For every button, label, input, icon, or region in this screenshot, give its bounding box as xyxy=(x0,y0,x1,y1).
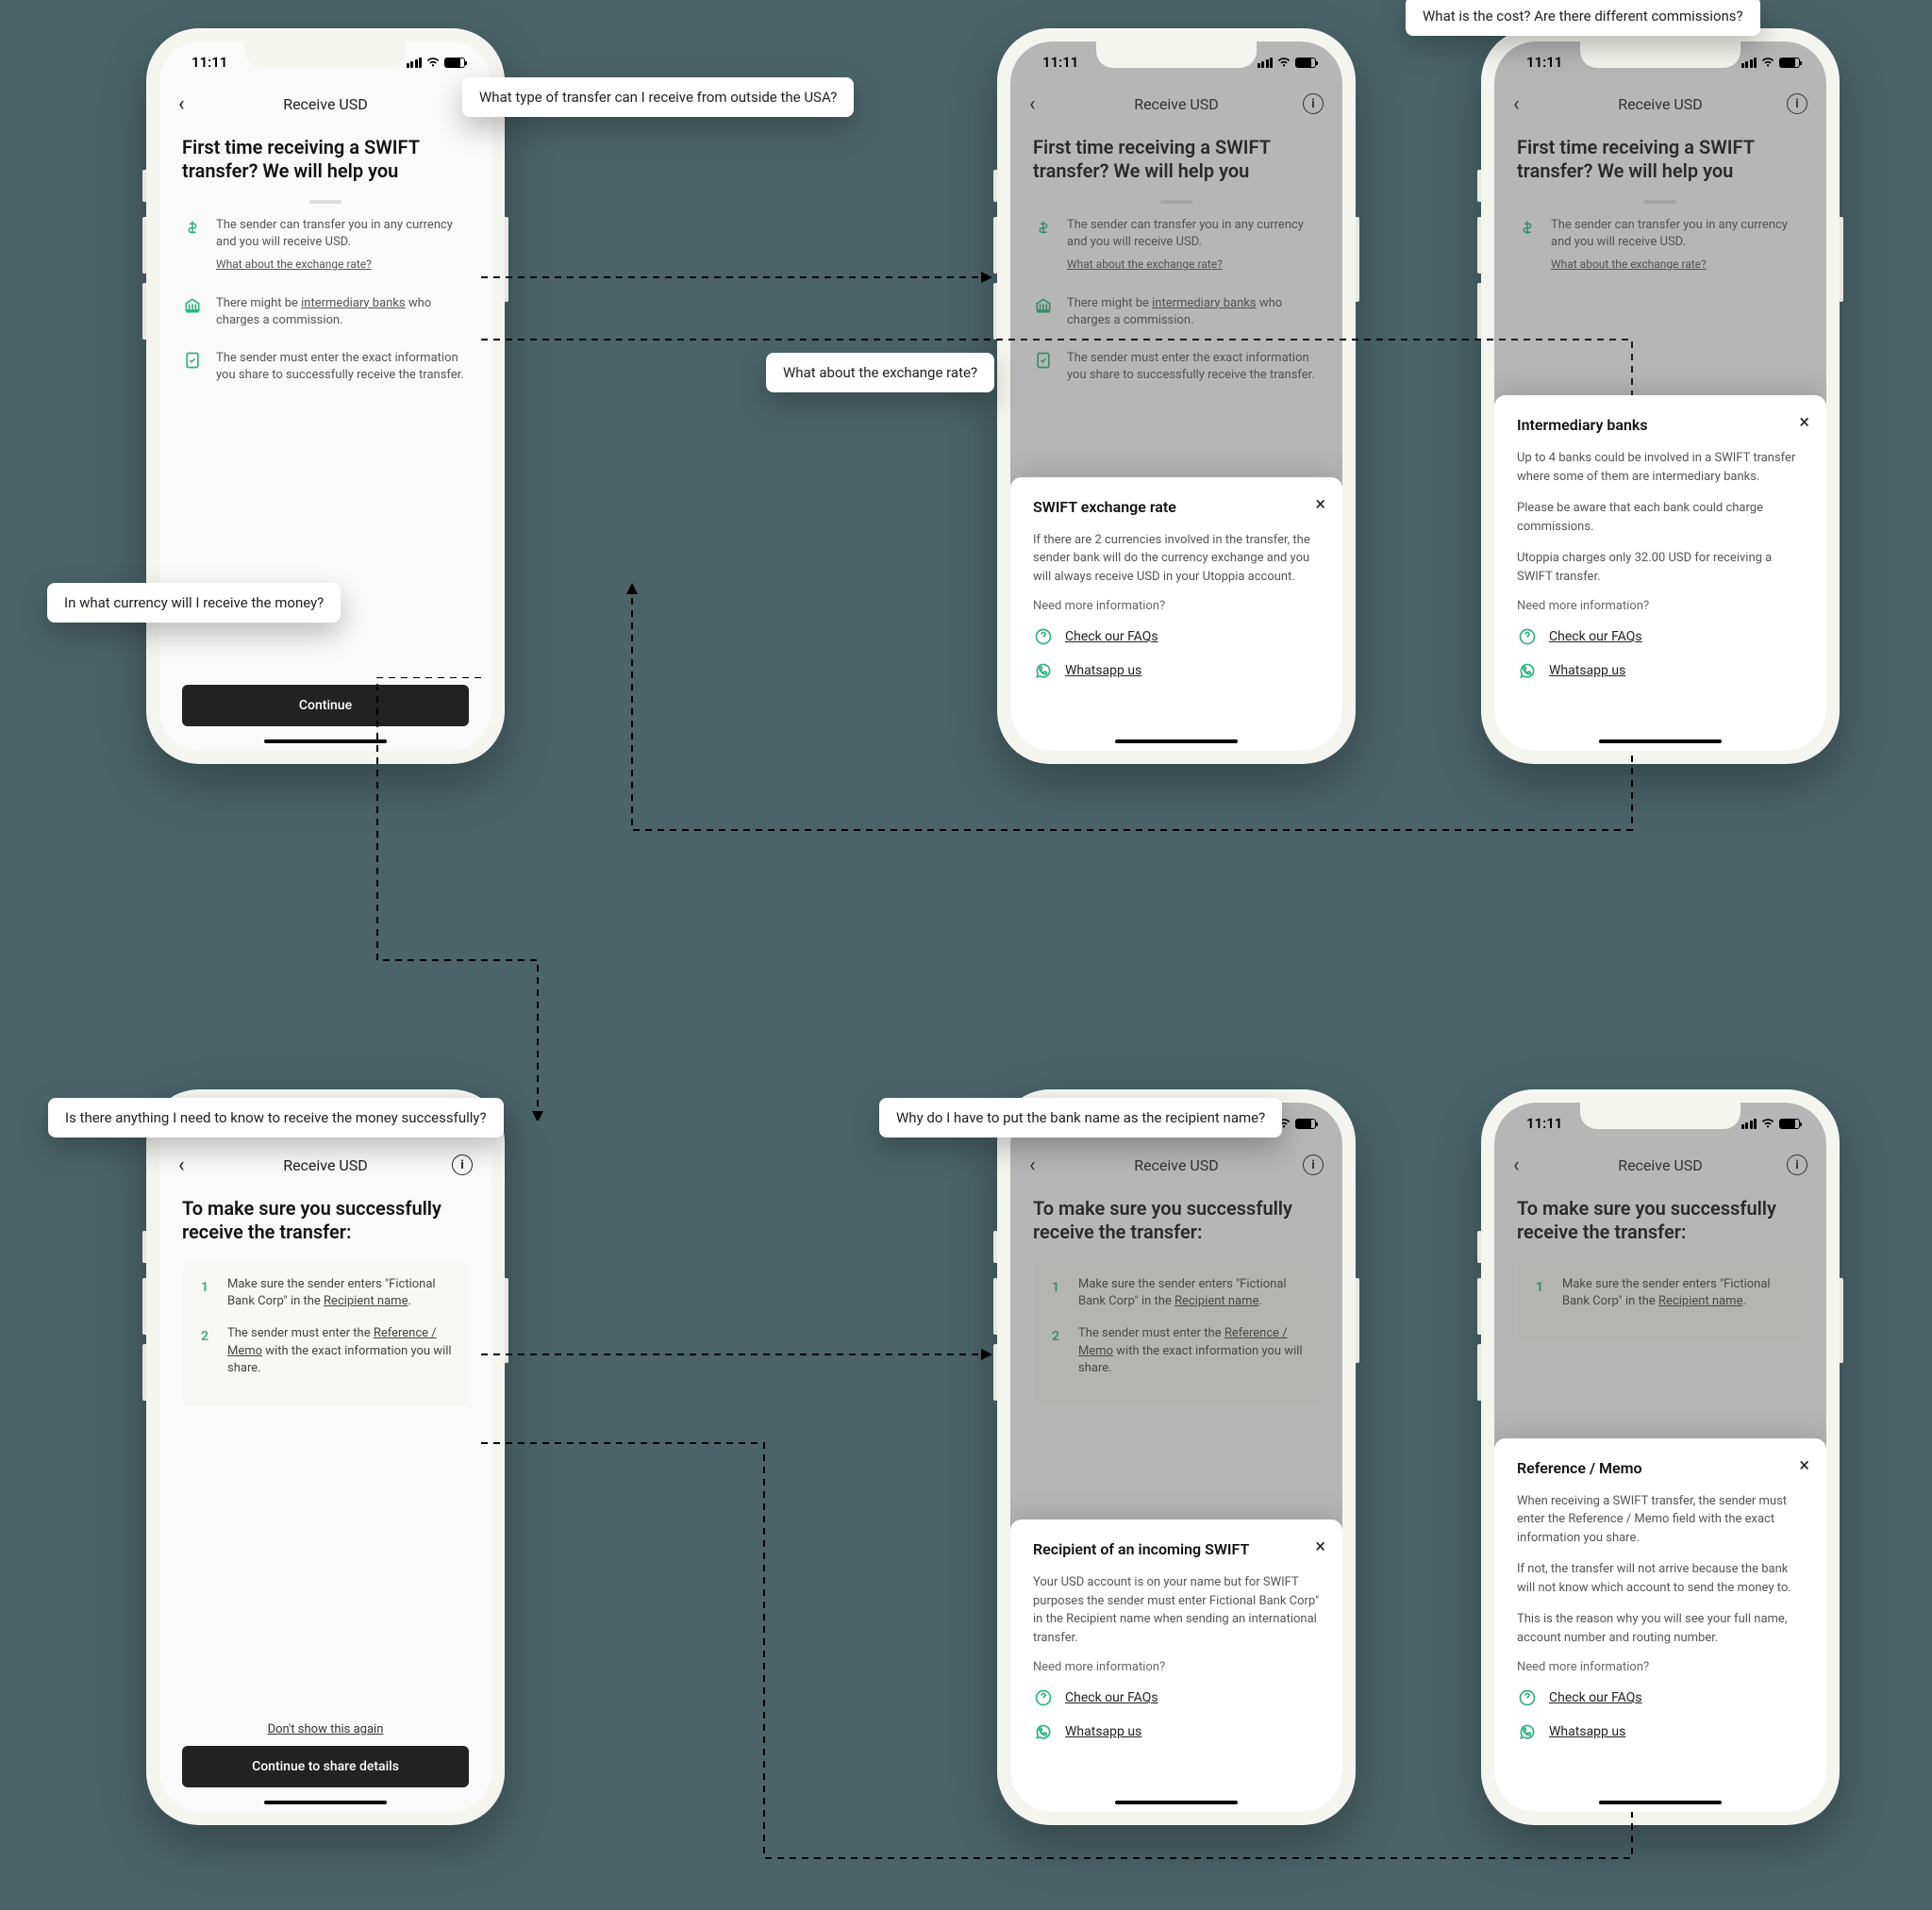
faq-link[interactable]: Check our FAQs xyxy=(1033,626,1320,647)
back-icon[interactable]: ‹ xyxy=(178,1154,185,1177)
phone-recipient-sheet: 11:11 ‹Receive USDi To make sure you suc… xyxy=(997,1089,1356,1825)
dont-show-link[interactable]: Don't show this again xyxy=(159,1722,491,1736)
sheet-title: Reference / Memo xyxy=(1517,1459,1804,1477)
back-icon[interactable]: ‹ xyxy=(178,92,185,116)
sheet-memo: × Reference / Memo When receiving a SWIF… xyxy=(1494,1438,1826,1813)
phone-banks-sheet: 11:11 ‹Receive USDi First time receiving… xyxy=(1481,28,1840,764)
sheet-exchange-rate: × SWIFT exchange rate If there are 2 cur… xyxy=(1010,477,1342,752)
phone-tips: 11:11 ‹Receive USDi To make sure you suc… xyxy=(146,1089,505,1825)
tips-heading: To make sure you successfully receive th… xyxy=(182,1197,469,1244)
close-icon[interactable]: × xyxy=(1315,492,1325,515)
bank-icon xyxy=(182,295,203,316)
callout-currency: In what currency will I receive the mone… xyxy=(47,583,341,623)
whatsapp-link[interactable]: Whatsapp us xyxy=(1033,660,1320,681)
document-check-icon xyxy=(182,350,203,371)
help-icon xyxy=(1033,626,1054,647)
wifi-icon xyxy=(425,57,441,68)
tip-1: 1 Make sure the sender enters "Fictional… xyxy=(195,1276,456,1310)
link-exchange-rate[interactable]: What about the exchange rate? xyxy=(216,257,372,273)
callout-bank-name: Why do I have to put the bank name as th… xyxy=(879,1098,1282,1138)
sheet-title: Recipient of an incoming SWIFT xyxy=(1033,1540,1320,1558)
sheet-recipient: × Recipient of an incoming SWIFT Your US… xyxy=(1010,1520,1342,1812)
nav-bar: ‹ Receive USD xyxy=(159,83,491,125)
phone-exchange-sheet: 11:11 ‹Receive USDi First time receiving… xyxy=(997,28,1356,764)
battery-icon xyxy=(444,58,465,68)
info-icon[interactable]: i xyxy=(452,1154,473,1175)
signal-icon xyxy=(407,58,423,68)
more-info-label: Need more information? xyxy=(1033,599,1320,613)
home-indicator xyxy=(264,739,387,743)
dollar-icon xyxy=(182,217,203,238)
tips-card: 1 Make sure the sender enters "Fictional… xyxy=(182,1263,469,1405)
item-exact-text: The sender must enter the exact informat… xyxy=(216,350,469,384)
close-icon[interactable]: × xyxy=(1799,1453,1809,1476)
info-item-banks: There might be intermediary banks who ch… xyxy=(182,295,469,329)
sheet-title: Intermediary banks xyxy=(1517,416,1804,434)
sheet-title: SWIFT exchange rate xyxy=(1033,498,1320,516)
whatsapp-icon xyxy=(1033,660,1054,681)
whatsapp-link[interactable]: Whatsapp us xyxy=(1033,1721,1320,1742)
info-item-currency: The sender can transfer you in any curre… xyxy=(182,217,469,274)
link-recipient-name[interactable]: Recipient name xyxy=(324,1294,408,1308)
callout-cost: What is the cost? Are there different co… xyxy=(1406,0,1760,36)
close-icon[interactable]: × xyxy=(1799,410,1809,433)
nav-title: Receive USD xyxy=(283,95,368,113)
continue-button[interactable]: Continue xyxy=(182,685,469,726)
phone-memo-sheet: 11:11 ‹Receive USDi To make sure you suc… xyxy=(1481,1089,1840,1825)
whatsapp-link[interactable]: Whatsapp us xyxy=(1517,1721,1804,1742)
item-currency-text: The sender can transfer you in any curre… xyxy=(216,218,453,249)
callout-rate: What about the exchange rate? xyxy=(766,353,994,392)
callout-transfer-type: What type of transfer can I receive from… xyxy=(462,77,854,117)
page-title: First time receiving a SWIFT transfer? W… xyxy=(182,136,469,183)
callout-receive-tips: Is there anything I need to know to rece… xyxy=(48,1098,504,1138)
continue-share-button[interactable]: Continue to share details xyxy=(182,1746,469,1787)
whatsapp-link[interactable]: Whatsapp us xyxy=(1517,660,1804,681)
info-icon[interactable]: i xyxy=(1303,93,1324,114)
tip-2: 2 The sender must enter the Reference / … xyxy=(195,1325,456,1377)
phone-intro: 11:11 ‹ Receive USD First time receiving… xyxy=(146,28,505,764)
info-item-exact: The sender must enter the exact informat… xyxy=(182,350,469,384)
faq-link[interactable]: Check our FAQs xyxy=(1517,1687,1804,1708)
sheet-intermediary-banks: × Intermediary banks Up to 4 banks could… xyxy=(1494,395,1826,751)
sheet-body: If there are 2 currencies involved in th… xyxy=(1033,531,1320,587)
faq-link[interactable]: Check our FAQs xyxy=(1033,1687,1320,1708)
faq-link[interactable]: Check our FAQs xyxy=(1517,626,1804,647)
link-intermediary-banks[interactable]: intermediary banks xyxy=(301,296,406,310)
close-icon[interactable]: × xyxy=(1315,1535,1325,1557)
status-time: 11:11 xyxy=(192,54,227,71)
